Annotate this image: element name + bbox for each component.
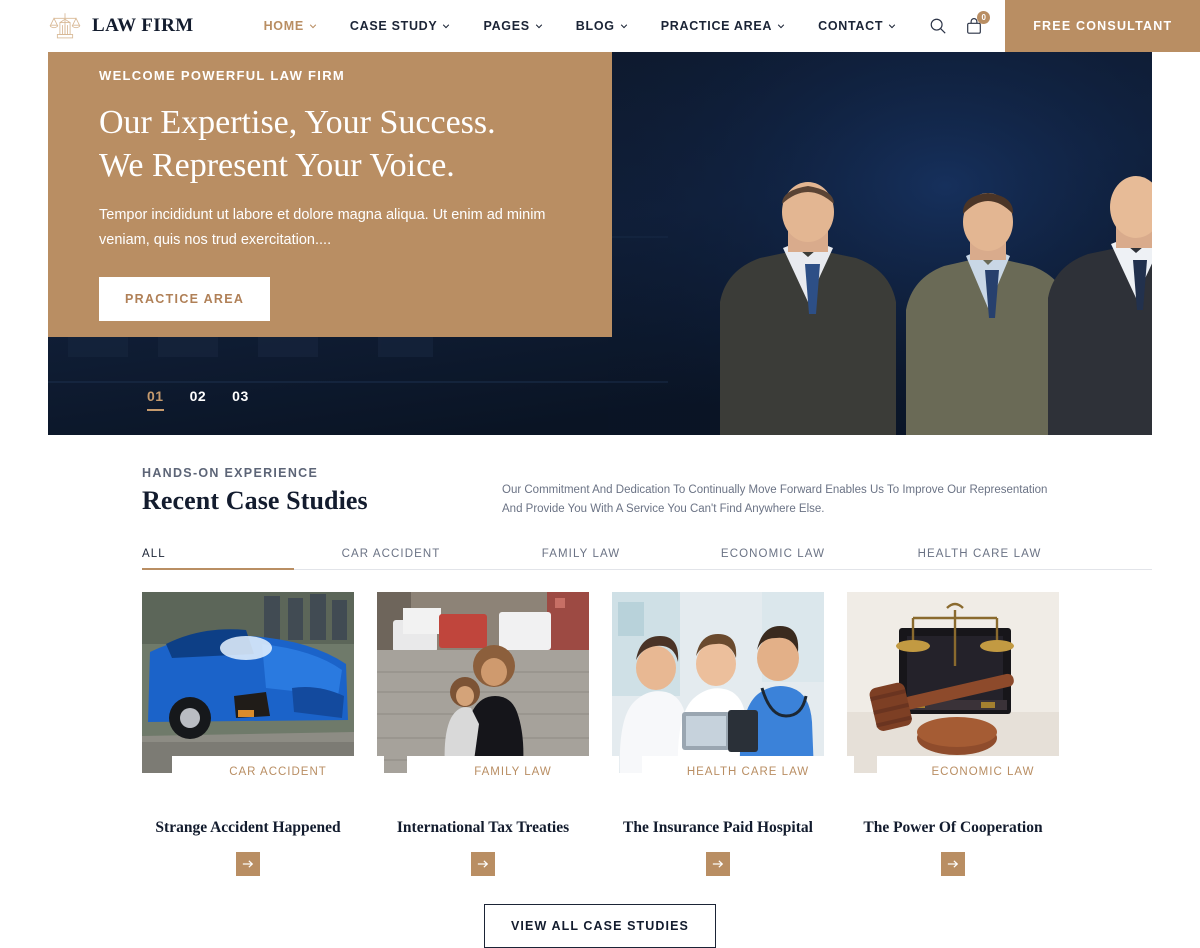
tab-all[interactable]: ALL [142,548,294,571]
medical-professionals-with-tablet-image [612,592,824,774]
nav-item-label: PRACTICE AREA [660,19,773,33]
nav-item-home[interactable]: HOME [264,19,350,33]
header-actions: 0 [929,0,1005,52]
search-button[interactable] [929,17,947,35]
case-studies-description: Our Commitment And Dedication To Continu… [502,484,1048,515]
chevron-down-icon [535,24,542,29]
hero-slide-indicator-01[interactable]: 01 [147,388,164,411]
hero-eyebrow: WELCOME POWERFUL LAW FIRM [99,68,346,84]
case-studies-title: Recent Case Studies [142,486,368,515]
nav-item-case-study[interactable]: CASE STUDY [350,19,484,33]
gavel-and-scales-image [847,592,1059,774]
arrow-right-icon [947,860,959,869]
hero-title: Our Expertise, Your Success. We Represen… [99,104,496,184]
tab-family-law[interactable]: FAMILY LAW [488,548,674,569]
chevron-down-icon [889,24,896,29]
hero-slide-indicators: 01 02 03 [147,388,249,411]
case-study-read-more-button[interactable] [706,852,730,877]
case-study-category: FAMILY LAW [407,756,619,789]
case-study-title: The Insurance Paid Hospital [623,819,813,837]
mother-and-child-street-image [377,592,589,774]
case-study-read-more-button[interactable] [236,852,260,877]
case-study-body: The Power Of Cooperation [847,773,1059,877]
case-study-image [612,592,824,774]
nav-item-pages[interactable]: PAGES [483,19,575,33]
tab-car-accident[interactable]: CAR ACCIDENT [294,548,488,569]
case-study-body: The Insurance Paid Hospital [612,773,824,877]
main-navigation: HOME CASE STUDY PAGES BLOG PRACTICE AREA… [214,0,930,52]
case-study-card[interactable]: ECONOMIC LAW The Power Of Cooperation [847,592,1089,877]
case-study-read-more-button[interactable] [471,852,495,877]
case-study-image [377,592,589,774]
chevron-down-icon [309,24,317,29]
case-studies-filter-tabs: ALL CAR ACCIDENT FAMILY LAW ECONOMIC LAW… [142,548,1152,571]
nav-item-blog[interactable]: BLOG [576,19,661,33]
brand-logo[interactable]: LAW FIRM [0,0,214,52]
case-studies-section: HANDS-ON EXPERIENCE Recent Case Studies … [0,435,1200,948]
case-studies-grid: CAR ACCIDENT Strange Accident Happened F… [142,592,1152,877]
case-study-title: The Power Of Cooperation [863,819,1043,837]
view-all-wrapper: VIEW ALL CASE STUDIES [48,904,1152,948]
case-study-body: International Tax Treaties [377,773,589,877]
arrow-right-icon [477,860,489,869]
nav-item-label: CONTACT [818,19,884,33]
hero-slider: WELCOME POWERFUL LAW FIRM Our Expertise,… [48,52,1152,435]
hero-description: Tempor incididunt ut labore et dolore ma… [99,206,546,248]
damaged-blue-sports-car-image [142,592,354,774]
nav-item-label: BLOG [575,19,615,33]
arrow-right-icon [242,860,254,869]
nav-item-label: HOME [263,19,304,33]
hero-practice-area-button[interactable]: PRACTICE AREA [99,276,271,321]
chevron-down-icon [777,24,785,29]
nav-item-contact[interactable]: CONTACT [818,19,929,33]
site-header: LAW FIRM HOME CASE STUDY PAGES BLOG PRAC… [0,0,1200,52]
hero-slide-indicator-03[interactable]: 03 [232,388,249,411]
case-study-title: Strange Accident Happened [155,819,341,837]
tab-health-care-law[interactable]: HEALTH CARE LAW [872,548,1087,569]
case-studies-eyebrow: HANDS-ON EXPERIENCE [142,466,319,480]
hero-slide-indicator-02[interactable]: 02 [190,388,207,411]
case-studies-header: HANDS-ON EXPERIENCE Recent Case Studies … [142,435,1152,518]
nav-item-label: PAGES [483,19,530,33]
cart-button[interactable]: 0 [965,11,991,35]
case-study-card[interactable]: HEALTH CARE LAW The Insurance Paid Hospi… [612,592,854,877]
view-all-case-studies-button[interactable]: VIEW ALL CASE STUDIES [484,904,716,948]
brand-name: LAW FIRM [92,15,194,36]
case-study-category: HEALTH CARE LAW [642,756,854,789]
nav-item-practice-area[interactable]: PRACTICE AREA [661,19,818,33]
nav-item-label: CASE STUDY [349,19,438,33]
arrow-right-icon [712,860,724,869]
tab-economic-law[interactable]: ECONOMIC LAW [674,548,872,569]
search-icon [930,18,946,34]
case-study-card[interactable]: FAMILY LAW International Tax Treaties [377,592,619,877]
case-study-read-more-button[interactable] [941,852,965,877]
case-studies-heading-group: HANDS-ON EXPERIENCE Recent Case Studies [142,466,502,516]
case-study-body: Strange Accident Happened [142,773,354,877]
case-study-card[interactable]: CAR ACCIDENT Strange Accident Happened [142,592,384,877]
free-consultant-button[interactable]: FREE CONSULTANT [1005,0,1200,52]
cart-count-badge: 0 [977,11,991,24]
case-study-category: CAR ACCIDENT [172,756,384,789]
case-study-image [142,592,354,774]
case-study-image [847,592,1059,774]
scales-of-justice-building-icon [49,13,81,39]
chevron-down-icon [443,24,450,29]
hero-content-panel: WELCOME POWERFUL LAW FIRM Our Expertise,… [48,52,612,337]
case-study-category: ECONOMIC LAW [877,756,1089,789]
case-study-title: International Tax Treaties [396,819,570,837]
chevron-down-icon [620,24,627,29]
